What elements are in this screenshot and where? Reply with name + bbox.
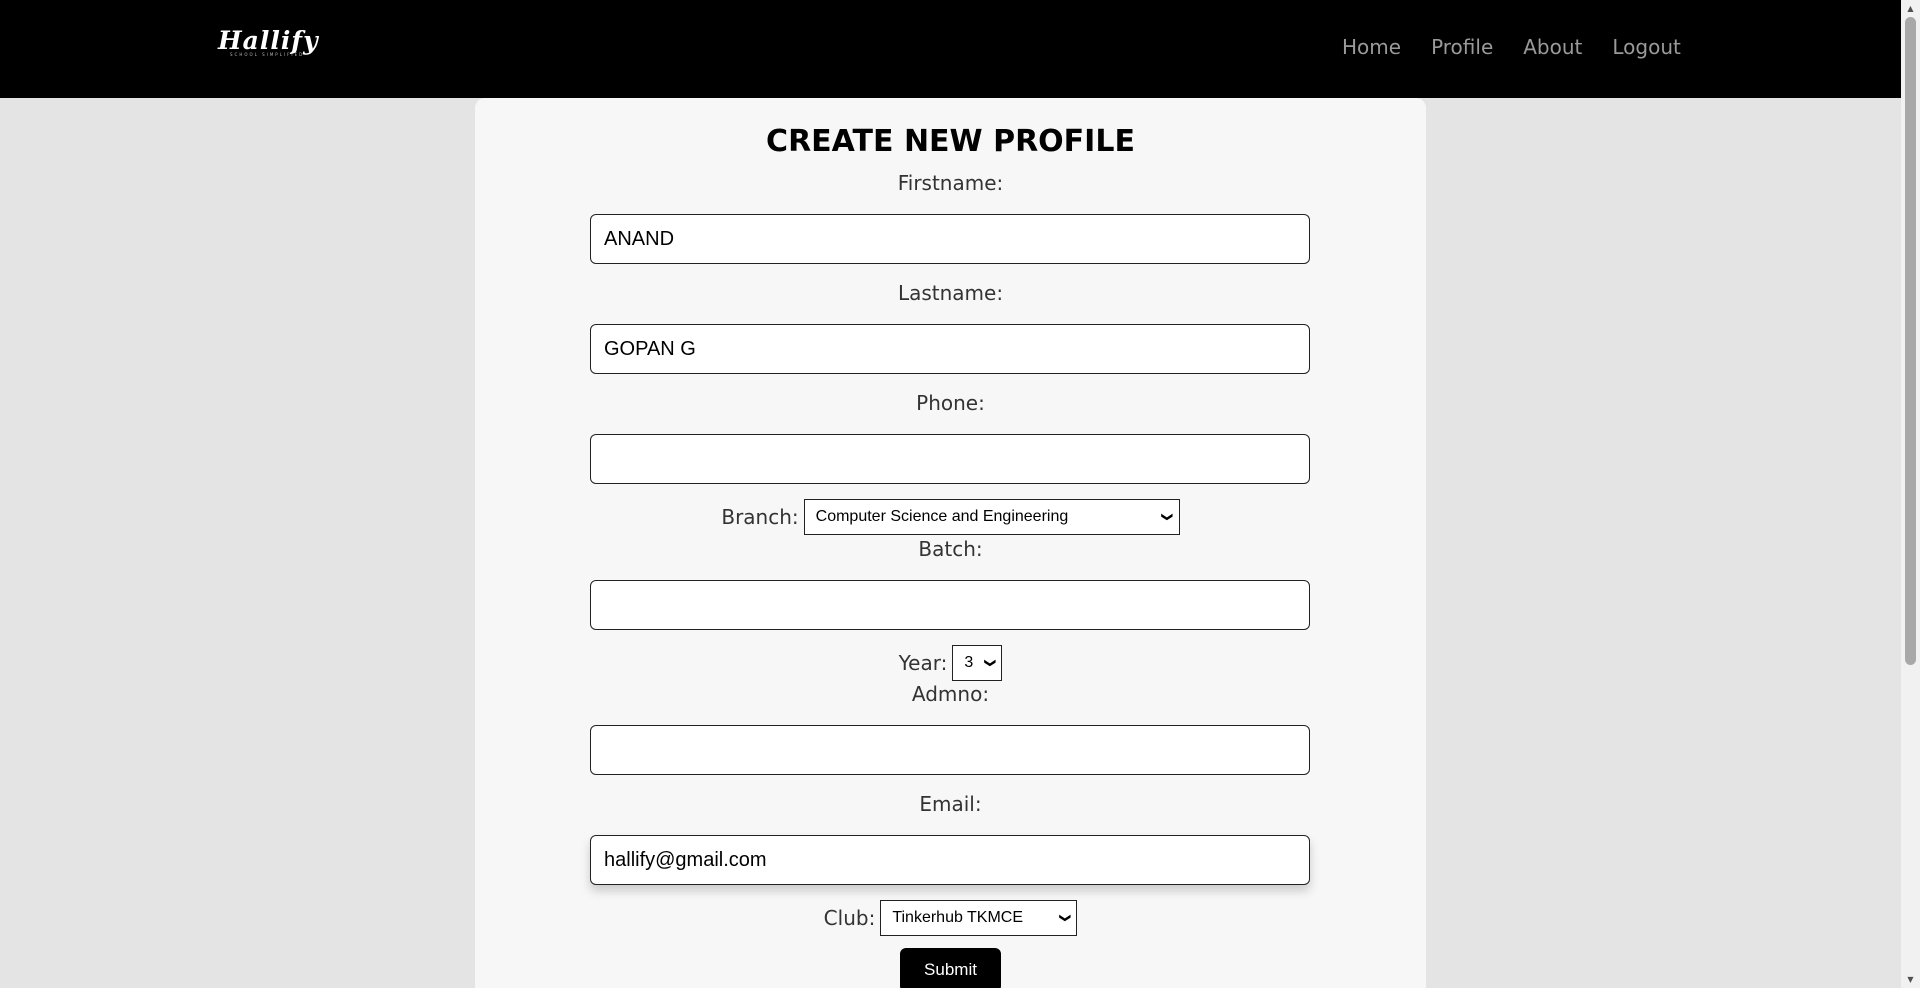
branch-select[interactable]: Computer Science and Engineering ❯ bbox=[803, 499, 1180, 535]
nav-about-link[interactable]: About bbox=[1523, 32, 1582, 62]
email-label: Email: bbox=[919, 792, 982, 816]
phone-label: Phone: bbox=[916, 391, 985, 415]
chevron-down-icon: ❯ bbox=[1059, 913, 1072, 923]
batch-input[interactable] bbox=[590, 580, 1310, 630]
firstname-label: Firstname: bbox=[897, 171, 1004, 195]
year-select[interactable]: 3 ❯ bbox=[952, 645, 1003, 681]
club-row: Club: Tinkerhub TKMCE ❯ bbox=[475, 900, 1426, 936]
page: Hallify SCHOOL SIMPLIFIED Home Profile A… bbox=[0, 0, 1920, 988]
branch-row: Branch: Computer Science and Engineering… bbox=[475, 499, 1426, 535]
nav-logout-link[interactable]: Logout bbox=[1612, 32, 1680, 62]
admno-label: Admno: bbox=[911, 682, 990, 706]
hallify-logo[interactable]: Hallify SCHOOL SIMPLIFIED bbox=[218, 26, 328, 60]
submit-button[interactable]: Submit bbox=[900, 948, 1001, 988]
nav-links: Home Profile About Logout bbox=[1342, 32, 1681, 62]
page-scrollbar[interactable]: ▲ ▼ bbox=[1901, 0, 1920, 988]
admno-input[interactable] bbox=[590, 725, 1310, 775]
club-selected-value: Tinkerhub TKMCE bbox=[892, 909, 1024, 926]
nav-home-link[interactable]: Home bbox=[1342, 32, 1401, 62]
phone-input[interactable] bbox=[590, 434, 1310, 484]
lastname-input[interactable] bbox=[590, 324, 1310, 374]
year-selected-value: 3 bbox=[964, 654, 974, 671]
batch-label: Batch: bbox=[918, 537, 983, 561]
navbar: Hallify SCHOOL SIMPLIFIED Home Profile A… bbox=[0, 0, 1901, 98]
scroll-thumb[interactable] bbox=[1905, 17, 1916, 665]
scroll-up-arrow-icon[interactable]: ▲ bbox=[1901, 0, 1920, 17]
email-input[interactable] bbox=[590, 835, 1310, 885]
logo-tagline: SCHOOL SIMPLIFIED bbox=[230, 52, 305, 57]
year-row: Year: 3 ❯ bbox=[475, 645, 1426, 681]
nav-profile-link[interactable]: Profile bbox=[1431, 32, 1493, 62]
branch-label: Branch: bbox=[721, 505, 799, 529]
club-select[interactable]: Tinkerhub TKMCE ❯ bbox=[880, 900, 1078, 936]
scroll-down-arrow-icon[interactable]: ▼ bbox=[1901, 971, 1920, 988]
chevron-down-icon: ❯ bbox=[1161, 512, 1174, 522]
club-label: Club: bbox=[823, 906, 876, 930]
profile-form-card: CREATE NEW PROFILE Firstname: Lastname: … bbox=[475, 98, 1426, 988]
year-label: Year: bbox=[898, 651, 948, 675]
form-title: CREATE NEW PROFILE bbox=[766, 124, 1135, 159]
lastname-label: Lastname: bbox=[897, 281, 1004, 305]
chevron-down-icon: ❯ bbox=[984, 658, 997, 668]
branch-selected-value: Computer Science and Engineering bbox=[815, 508, 1069, 525]
firstname-input[interactable] bbox=[590, 214, 1310, 264]
